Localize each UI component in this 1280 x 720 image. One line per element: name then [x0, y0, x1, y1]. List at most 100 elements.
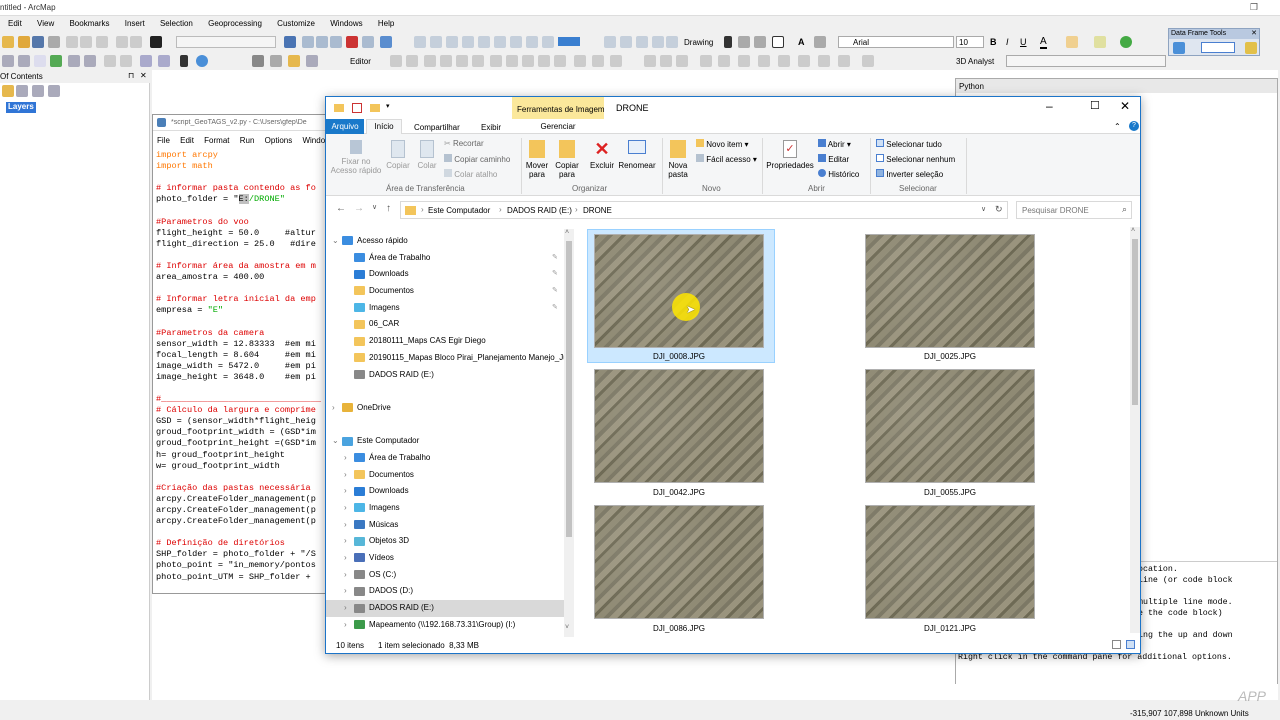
files-scroll-thumb[interactable] — [1132, 239, 1138, 405]
close-icon[interactable]: ✕ — [1120, 99, 1130, 113]
expanded-chevron-icon[interactable]: ⌄ — [332, 233, 342, 250]
font-name-dropdown[interactable]: Arial — [838, 36, 954, 48]
georef-h-icon[interactable] — [778, 55, 790, 67]
marker-color-icon[interactable] — [1120, 36, 1132, 48]
open-button[interactable]: Abrir ▾ — [818, 139, 851, 149]
endpoint-arc-icon[interactable] — [440, 55, 452, 67]
tool-c-icon[interactable] — [446, 36, 458, 48]
tool-f-icon[interactable] — [494, 36, 506, 48]
nav-tree-item[interactable]: › Objetos 3D — [326, 533, 564, 550]
editor-toolbar-icon[interactable] — [284, 36, 296, 48]
idle-menu-file[interactable]: File — [157, 136, 170, 145]
rotate-icon[interactable] — [738, 36, 750, 48]
cut-polygons-icon[interactable] — [522, 55, 534, 67]
clear-selection-icon[interactable] — [158, 55, 170, 67]
collapsed-chevron-icon[interactable]: › — [344, 517, 354, 534]
select-none-button[interactable]: Selecionar nenhum — [876, 154, 955, 164]
create-features-icon[interactable] — [610, 55, 622, 67]
georef-g-icon[interactable] — [758, 55, 770, 67]
collapsed-chevron-icon[interactable]: › — [332, 400, 342, 417]
thumbnail-dji-0055[interactable] — [865, 369, 1035, 483]
line-color-icon[interactable] — [1094, 36, 1106, 48]
measure-icon[interactable] — [270, 55, 282, 67]
nav-tree-item[interactable]: › OS (C:) — [326, 567, 564, 584]
nav-tree-item[interactable]: › Imagens — [326, 500, 564, 517]
back-arrow-icon[interactable]: ← — [336, 203, 346, 214]
redo-icon[interactable] — [130, 36, 142, 48]
georef-j-icon[interactable] — [818, 55, 830, 67]
georef-d-icon[interactable] — [700, 55, 712, 67]
save-icon[interactable] — [32, 36, 44, 48]
file-name-dji-0025[interactable]: DJI_0025.JPG — [865, 352, 1035, 361]
ribbon-collapse-icon[interactable]: ⌃ — [1114, 122, 1121, 131]
open-icon[interactable] — [18, 36, 30, 48]
idle-code-area[interactable]: import arcpy import math # informar pasta … — [156, 150, 326, 590]
tool-k-icon[interactable] — [620, 36, 632, 48]
new-item-button[interactable]: Novo item ▾ — [696, 139, 749, 149]
reshape-icon[interactable] — [506, 55, 518, 67]
search-window-icon[interactable] — [330, 36, 342, 48]
list-by-visibility-icon[interactable] — [32, 85, 44, 97]
3d-analyst-menu[interactable]: 3D Analyst — [956, 57, 994, 66]
properties-button[interactable]: ✓ Propriedades — [766, 140, 814, 170]
pin-quick-access-button[interactable]: Fixar no Acesso rápido — [330, 140, 382, 175]
forward-arrow-icon[interactable]: → — [354, 203, 364, 214]
restore-icon[interactable]: ❐ — [1250, 2, 1258, 13]
nav-tree-item[interactable]: › Downloads — [326, 483, 564, 500]
tool-h-icon[interactable] — [526, 36, 538, 48]
attributes-icon[interactable] — [574, 55, 586, 67]
arctoolbox-icon[interactable] — [346, 36, 358, 48]
toc-pin-icon[interactable]: ⊓ — [128, 71, 134, 80]
pinned-icon[interactable]: ✎ — [552, 266, 558, 283]
nav-tree-item[interactable]: › OneDrive — [326, 400, 564, 417]
df-rotation-input[interactable] — [1201, 42, 1235, 53]
nav-tree-item[interactable]: Documentos ✎ — [326, 283, 564, 300]
file-name-dji-0042[interactable]: DJI_0042.JPG — [594, 488, 764, 497]
menu-selection[interactable]: Selection — [160, 19, 193, 28]
nav-tree-item[interactable]: Área de Trabalho ✎ — [326, 250, 564, 267]
print-icon[interactable] — [48, 36, 60, 48]
menu-geoprocessing[interactable]: Geoprocessing — [208, 19, 262, 28]
copy-to-button[interactable]: Copiar para — [553, 140, 581, 179]
underline-icon[interactable]: U — [1020, 37, 1027, 47]
file-name-dji-0121[interactable]: DJI_0121.JPG — [865, 624, 1035, 633]
nav-scroll-thumb[interactable] — [566, 241, 572, 537]
editor-menu[interactable]: Editor — [350, 57, 371, 66]
edit-tool-icon[interactable] — [390, 55, 402, 67]
identify-icon[interactable] — [196, 55, 208, 67]
list-by-source-icon[interactable] — [16, 85, 28, 97]
rectangle-icon[interactable] — [772, 36, 784, 48]
edit-annotation-icon[interactable] — [406, 55, 418, 67]
zoom-out-icon[interactable] — [18, 55, 30, 67]
idle-menu-options[interactable]: Options — [265, 136, 293, 145]
nav-scroll-up-icon[interactable]: ˄ — [565, 229, 569, 236]
menu-customize[interactable]: Customize — [277, 19, 315, 28]
bold-icon[interactable]: B — [990, 37, 997, 47]
nav-scroll-down-icon[interactable]: ˅ — [565, 624, 569, 631]
df-flag-icon[interactable] — [1245, 42, 1257, 54]
breadcrumb-este-computador[interactable]: Este Computador — [428, 206, 490, 215]
zoom-whole-icon[interactable] — [754, 36, 766, 48]
fill-color-icon[interactable] — [1066, 36, 1078, 48]
forward-extent-icon[interactable] — [120, 55, 132, 67]
collapsed-chevron-icon[interactable]: › — [344, 567, 354, 584]
tool-m-icon[interactable] — [652, 36, 664, 48]
idle-menu-run[interactable]: Run — [240, 136, 255, 145]
move-to-button[interactable]: Mover para — [525, 140, 549, 179]
collapsed-chevron-icon[interactable]: › — [344, 483, 354, 500]
nav-tree-item[interactable]: › Documentos — [326, 467, 564, 484]
nav-tree-item[interactable]: 06_CAR — [326, 316, 564, 333]
tool-b-icon[interactable] — [430, 36, 442, 48]
tool-d-icon[interactable] — [462, 36, 474, 48]
pinned-icon[interactable]: ✎ — [552, 283, 558, 300]
toc-icon[interactable] — [302, 36, 314, 48]
thumbnail-dji-0008[interactable] — [594, 234, 764, 348]
undo-icon[interactable] — [116, 36, 128, 48]
tool-n-icon[interactable] — [666, 36, 678, 48]
nav-tree-item[interactable]: 20180111_Maps CAS Egir Diego — [326, 333, 564, 350]
pan-icon[interactable] — [34, 55, 46, 67]
new-folder-button[interactable]: Nova pasta — [666, 140, 690, 179]
marker-icon[interactable] — [814, 36, 826, 48]
nav-tree-item[interactable]: › DADOS RAID (E:) — [326, 600, 564, 617]
invert-selection-button[interactable]: Inverter seleção — [876, 169, 943, 179]
